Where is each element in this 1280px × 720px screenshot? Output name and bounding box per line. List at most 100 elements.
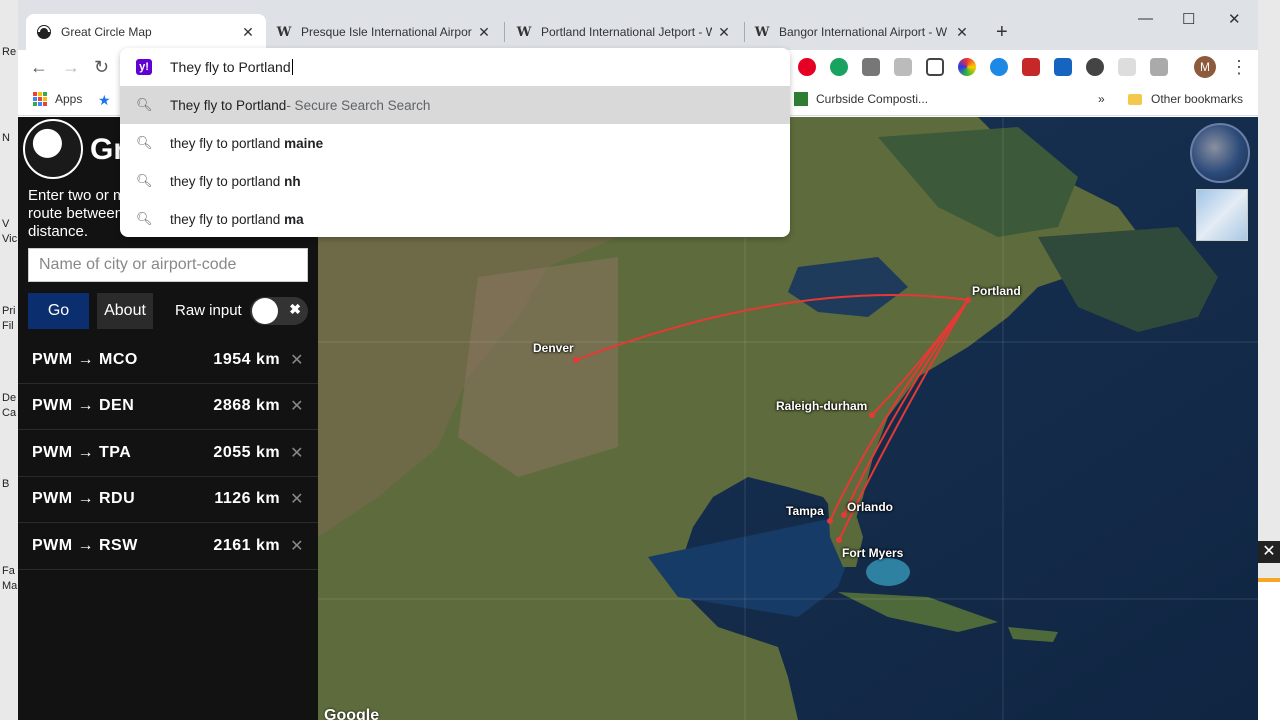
google-attribution: Google (324, 707, 380, 720)
bookmark-label: Apps (55, 92, 83, 106)
tab-great-circle-map[interactable]: Great Circle Map ✕ (26, 14, 266, 50)
route-row[interactable]: PWM → RDU 1126 km ✕ (18, 477, 318, 523)
suggestion-completion: ma (284, 211, 304, 227)
place-search-input[interactable]: Name of city or airport-code (28, 248, 308, 282)
address-bar[interactable]: y! They fly to Portland (120, 48, 790, 86)
close-tab-icon[interactable]: ✕ (240, 24, 256, 41)
close-ad-button[interactable]: ✕ (1258, 541, 1280, 563)
maximize-button[interactable]: ☐ (1182, 10, 1195, 28)
search-engine-icon: y! (136, 59, 152, 75)
suggestion-item[interactable]: 🔍︎ they fly to portland maine (120, 124, 790, 162)
profile-avatar[interactable]: M (1194, 56, 1216, 78)
desktop-icon-label: De (2, 392, 17, 404)
route-row[interactable]: PWM → RSW 2161 km ✕ (18, 523, 318, 570)
suggestion-text: They fly to Portland (170, 97, 287, 113)
color-wheel-extension-icon[interactable] (958, 58, 976, 76)
search-icon: 🔍︎ (136, 135, 153, 150)
route-distance: 1126 km (214, 490, 281, 508)
airport-marker-den[interactable] (573, 357, 579, 363)
w-extension-icon[interactable] (926, 58, 944, 76)
tab-title: Bangor International Airport - W (779, 25, 948, 39)
airport-marker-rdu[interactable] (869, 412, 875, 418)
remove-route-icon[interactable]: ✕ (290, 350, 304, 370)
airport-marker-pwm[interactable] (965, 297, 971, 303)
route-name: PWM → TPA (32, 443, 132, 461)
desktop-icon-label: Re (2, 46, 17, 58)
route-row[interactable]: PWM → TPA 2055 km ✕ (18, 430, 318, 477)
address-input[interactable]: They fly to Portland (170, 59, 293, 75)
apps-grid-icon (33, 92, 47, 106)
desktop-icon-label: Ca (2, 407, 17, 419)
remove-route-icon[interactable]: ✕ (290, 489, 304, 509)
toggle-off-icon: ✖ (289, 301, 301, 317)
city-label-denver: Denver (533, 341, 574, 355)
close-tab-icon[interactable]: ✕ (954, 24, 970, 41)
pinterest-extension-icon[interactable] (798, 58, 816, 76)
close-window-button[interactable]: ✕ (1228, 10, 1241, 28)
tab-separator (504, 22, 505, 42)
gray-extension-icon[interactable] (894, 58, 912, 76)
route-distance: 2868 km (213, 397, 281, 415)
blank-extension-icon[interactable] (1118, 58, 1136, 76)
star-bookmark-icon[interactable]: ★ (98, 92, 111, 109)
suggestion-text: they fly to portland (170, 135, 285, 151)
browser-window: Great Circle Map ✕ W Presque Isle Intern… (18, 0, 1258, 720)
raw-input-label: Raw input (175, 302, 242, 319)
remove-route-icon[interactable]: ✕ (290, 396, 304, 416)
tab-title: Great Circle Map (61, 25, 152, 39)
airport-marker-tpa[interactable] (827, 518, 833, 524)
remove-route-icon[interactable]: ✕ (290, 443, 304, 463)
raw-input-toggle[interactable]: ✖ (250, 297, 308, 325)
city-label-orlando: Orlando (847, 500, 894, 514)
desktop-icon-label: N (2, 132, 10, 144)
route-row[interactable]: PWM → MCO 1954 km ✕ (18, 337, 318, 384)
bookmark-label: Other bookmarks (1151, 92, 1244, 106)
city-label-fort-myers: Fort Myers (842, 546, 904, 560)
sync-extension-icon[interactable] (990, 58, 1008, 76)
suggestion-item[interactable]: 🔍︎ They fly to Portland - Secure Search … (120, 86, 790, 124)
ad-panel (1258, 578, 1280, 720)
bookmark-curbside[interactable]: Curbside Composti... (794, 92, 928, 106)
wikipedia-favicon: W (516, 24, 532, 40)
browser-menu-button[interactable]: ⋮ (1230, 57, 1248, 78)
other-bookmarks-folder[interactable]: Other bookmarks (1128, 92, 1243, 106)
tab-bangor-airport[interactable]: W Bangor International Airport - W ✕ (744, 14, 980, 50)
suggestion-item[interactable]: 🔍︎ they fly to portland nh (120, 162, 790, 200)
minimize-button[interactable]: — (1138, 10, 1153, 27)
bookmark-apps[interactable]: Apps (33, 92, 82, 106)
close-tab-icon[interactable]: ✕ (716, 24, 732, 41)
tab-presque-isle[interactable]: W Presque Isle International Airport ✕ (266, 14, 502, 50)
status-extension-icon[interactable] (1086, 58, 1104, 76)
tools-extension-icon[interactable] (1054, 58, 1072, 76)
suggestion-item[interactable]: 🔍︎ they fly to portland ma (120, 200, 790, 238)
rocky-mountains (458, 257, 618, 477)
forward-button[interactable]: → (62, 57, 80, 78)
wikipedia-favicon: W (754, 24, 770, 40)
globe-view-button[interactable] (1190, 123, 1250, 183)
close-tab-icon[interactable]: ✕ (476, 24, 492, 41)
bookmark-label: Curbside Composti... (816, 92, 929, 106)
city-label-raleigh-durham: Raleigh-durham (776, 399, 868, 413)
airport-marker-rsw[interactable] (836, 537, 842, 543)
remove-route-icon[interactable]: ✕ (290, 536, 304, 556)
tab-strip: Great Circle Map ✕ W Presque Isle Intern… (18, 0, 1258, 50)
link-extension-icon[interactable] (1150, 58, 1168, 76)
reload-button[interactable]: ↻ (94, 57, 109, 78)
map-layer-button[interactable] (1196, 189, 1248, 241)
route-list: PWM → MCO 1954 km ✕ PWM → DEN 2868 km ✕ … (18, 337, 318, 570)
toggle-knob (252, 298, 278, 324)
desktop-icon-label: B (2, 478, 10, 490)
camera-extension-icon[interactable] (862, 58, 880, 76)
tab-portland-jetport[interactable]: W Portland International Jetport - W ✕ (506, 14, 742, 50)
route-row[interactable]: PWM → DEN 2868 km ✕ (18, 384, 318, 430)
desktop-icon-label: Vic (2, 233, 18, 245)
pocket-extension-icon[interactable] (1022, 58, 1040, 76)
grammarly-extension-icon[interactable] (830, 58, 848, 76)
more-bookmarks-button[interactable]: » (1098, 92, 1105, 106)
go-button[interactable]: Go (28, 293, 89, 329)
new-tab-button[interactable]: + (996, 21, 1008, 44)
globe-logo-icon (23, 119, 83, 179)
about-button[interactable]: About (97, 293, 153, 329)
back-button[interactable]: ← (30, 57, 48, 78)
desktop-icon-label: Fil (2, 320, 14, 332)
